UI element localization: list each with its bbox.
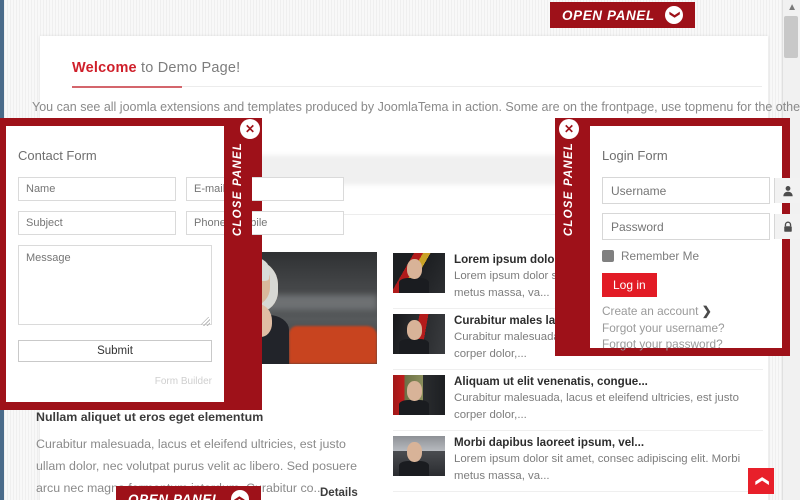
thumb-torso	[399, 277, 430, 293]
close-icon[interactable]: ✕	[559, 119, 579, 139]
password-input[interactable]	[603, 214, 774, 239]
thumb-torso	[399, 460, 430, 476]
close-glyph: ✕	[563, 122, 575, 136]
chevron-up-icon: ❯	[230, 490, 249, 500]
news-title[interactable]: Aliquam ut elit venenatis, congue...	[454, 375, 763, 389]
contact-row-2	[18, 211, 344, 235]
submit-button[interactable]: Submit	[18, 340, 212, 362]
chevron-right-icon: ❯	[701, 304, 712, 318]
forgot-username-link[interactable]: Forgot your username?	[602, 320, 770, 337]
thumb-face	[406, 381, 423, 401]
open-panel-top-label: OPEN PANEL	[562, 7, 655, 23]
message-textarea[interactable]	[18, 245, 212, 325]
news-body: Aliquam ut elit venenatis, congue... Cur…	[454, 375, 763, 424]
welcome-accent-rule	[72, 86, 182, 88]
page-title-highlight: Welcome	[72, 60, 137, 76]
open-panel-button-bottom[interactable]: OPEN PANEL ❯	[116, 486, 261, 500]
close-panel-tab-label: CLOSE PANEL	[232, 141, 244, 236]
chevron-down-icon: ❯	[664, 6, 683, 24]
list-item[interactable]: Aliquam ut elit venenatis, congue... Cur…	[393, 370, 763, 431]
thumb-face	[406, 320, 423, 340]
close-panel-tab-label: CLOSE PANEL	[563, 141, 575, 236]
remember-me-checkbox[interactable]	[602, 250, 614, 262]
news-body: Morbi dapibus laoreet ipsum, vel... Lore…	[454, 436, 763, 485]
remember-me-row[interactable]: Remember Me	[602, 249, 770, 263]
forgot-password-link[interactable]: Forgot your password?	[602, 336, 770, 353]
news-thumbnail	[393, 314, 445, 354]
chevron-down-glyph: ❯	[668, 10, 680, 20]
news-thumbnail	[393, 253, 445, 293]
phone-input[interactable]	[186, 211, 344, 235]
password-field[interactable]	[602, 213, 800, 240]
news-excerpt: Lorem ipsum dolor sit amet, consec adipi…	[454, 453, 741, 482]
details-link[interactable]: Details	[320, 487, 358, 499]
scrollbar-thumb[interactable]	[784, 16, 798, 58]
article-title[interactable]: Nullam aliquet ut eros eget elementum	[36, 410, 366, 424]
username-input[interactable]	[603, 178, 774, 203]
open-panel-button-top[interactable]: OPEN PANEL ❯	[550, 2, 695, 28]
thumb-face	[406, 442, 423, 462]
news-thumbnail	[393, 375, 445, 415]
thumb-torso	[399, 399, 430, 415]
news-excerpt: Curabitur malesuada, lacus et eleifend u…	[454, 392, 739, 421]
contact-row-1	[18, 177, 344, 201]
news-thumbnail	[393, 436, 445, 476]
form-builder-credit[interactable]: Form Builder	[6, 376, 212, 387]
email-input[interactable]	[186, 177, 344, 201]
contact-form-heading: Contact Form	[18, 148, 97, 163]
name-input[interactable]	[18, 177, 176, 201]
scrollbar-up-arrow-icon[interactable]: ▲	[787, 2, 797, 14]
close-glyph: ✕	[244, 122, 256, 136]
remember-me-label: Remember Me	[621, 249, 700, 263]
login-panel-inner: Login Form Username Remember Me Log in C…	[590, 126, 800, 351]
contact-panel: Contact Form Submit Form Builder CLOSE P…	[0, 118, 344, 410]
create-account-link[interactable]: Create an account ❯	[602, 303, 770, 320]
page-title: Welcome to Demo Page!	[72, 60, 240, 76]
open-panel-bottom-label: OPEN PANEL	[128, 491, 221, 500]
list-item[interactable]: Morbi dapibus laoreet ipsum, vel... Lore…	[393, 431, 763, 492]
thumb-torso	[399, 338, 430, 354]
intro-paragraph: You can see all joomla extensions and te…	[32, 100, 800, 114]
user-icon	[774, 178, 800, 203]
login-panel: CLOSE PANEL Login Form Username Remember…	[555, 118, 800, 356]
contact-panel-inner: Contact Form Submit Form Builder	[6, 126, 344, 402]
subject-input[interactable]	[18, 211, 176, 235]
username-field[interactable]	[602, 177, 800, 204]
login-button[interactable]: Log in	[602, 273, 657, 297]
login-form-heading: Login Form	[602, 148, 668, 163]
news-title[interactable]: Morbi dapibus laoreet ipsum, vel...	[454, 436, 763, 450]
thumb-face	[406, 259, 423, 279]
close-icon[interactable]: ✕	[240, 119, 260, 139]
browser-viewport: ▲ Welcome to Demo Page! You can see all …	[0, 0, 800, 500]
create-account-label: Create an account	[602, 304, 699, 318]
photo-chair	[288, 325, 377, 364]
login-links: Create an account ❯ Forgot your username…	[602, 303, 770, 353]
page-title-rest: to Demo Page!	[136, 60, 241, 76]
lock-icon	[774, 214, 800, 239]
textarea-resize-grip[interactable]	[201, 317, 210, 326]
scroll-to-top-button[interactable]: ❯	[748, 468, 774, 494]
chevron-up-glyph: ❯	[233, 494, 245, 500]
chevron-up-icon: ❯	[753, 475, 768, 487]
